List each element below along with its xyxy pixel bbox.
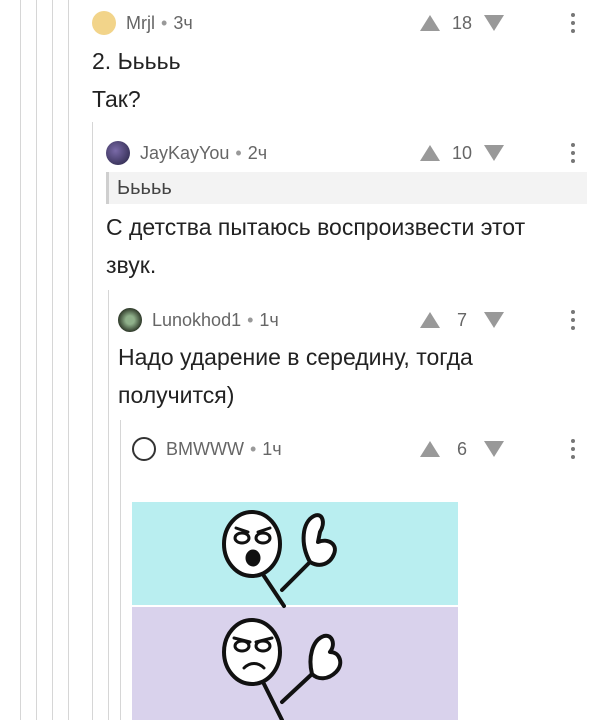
text-line: Надо ударение в середину, тогда bbox=[118, 344, 473, 370]
downvote-arrow-icon[interactable] bbox=[484, 312, 504, 328]
more-vertical-icon[interactable] bbox=[571, 143, 575, 163]
text-line: 2. Ььььь bbox=[92, 48, 181, 74]
rating: 6 bbox=[456, 438, 467, 459]
downvote-arrow-icon[interactable] bbox=[484, 441, 504, 457]
thread-line[interactable] bbox=[120, 420, 121, 720]
text-line: получится) bbox=[118, 382, 235, 408]
upvote-arrow-icon[interactable] bbox=[420, 441, 440, 457]
comment-time: 3ч bbox=[173, 12, 193, 33]
comment-author[interactable]: BMWWW bbox=[166, 439, 244, 460]
comment-author[interactable]: JayKayYou bbox=[140, 143, 229, 164]
more-vertical-icon[interactable] bbox=[571, 439, 575, 459]
more-vertical-icon[interactable] bbox=[571, 310, 575, 330]
thread-line[interactable] bbox=[108, 290, 109, 720]
downvote-arrow-icon[interactable] bbox=[484, 15, 504, 31]
separator: • bbox=[161, 12, 168, 33]
separator: • bbox=[247, 309, 254, 330]
vote-controls: 10 bbox=[420, 138, 504, 168]
comment-image[interactable] bbox=[132, 502, 458, 720]
comment-text: 2. Ььььь Так? bbox=[92, 42, 181, 118]
thread-line bbox=[20, 0, 21, 720]
rating: 7 bbox=[456, 309, 467, 330]
separator: • bbox=[249, 438, 257, 459]
comment-author[interactable]: Mrjl bbox=[126, 13, 155, 34]
thread-line bbox=[52, 0, 53, 720]
rating: 18 bbox=[451, 12, 473, 33]
comment-text: Надо ударение в середину, тогда получитс… bbox=[118, 338, 473, 414]
vote-controls: 6 bbox=[420, 434, 504, 464]
avatar[interactable] bbox=[118, 308, 142, 332]
meme-image bbox=[132, 502, 458, 720]
text-line: С детства пытаюсь воспроизвести этот bbox=[106, 214, 526, 240]
separator: • bbox=[235, 142, 242, 163]
vote-controls: 18 bbox=[420, 8, 504, 38]
thread-line bbox=[36, 0, 37, 720]
downvote-arrow-icon[interactable] bbox=[484, 145, 504, 161]
avatar[interactable] bbox=[92, 11, 116, 35]
comment-time: 1ч bbox=[262, 438, 282, 459]
vote-controls: 7 bbox=[420, 305, 504, 335]
text-line: звук. bbox=[106, 252, 157, 278]
comment-header: Lunokhod1 • 1ч bbox=[118, 305, 279, 335]
avatar[interactable] bbox=[106, 141, 130, 165]
thread-line bbox=[68, 0, 69, 720]
comment-text: С детства пытаюсь воспроизвести этот зву… bbox=[106, 208, 525, 284]
comment-header: JayKayYou • 2ч bbox=[106, 138, 267, 168]
avatar[interactable] bbox=[132, 437, 156, 461]
comment-header: BMWWW • 1ч bbox=[132, 434, 282, 464]
comment-author[interactable]: Lunokhod1 bbox=[152, 310, 241, 331]
upvote-arrow-icon[interactable] bbox=[420, 312, 440, 328]
upvote-arrow-icon[interactable] bbox=[420, 145, 440, 161]
thread-line[interactable] bbox=[92, 122, 93, 720]
comment-time: 2ч bbox=[247, 142, 268, 163]
comment-header: Mrjl • 3ч bbox=[92, 8, 193, 38]
more-vertical-icon[interactable] bbox=[571, 13, 575, 33]
comment-time: 1ч bbox=[259, 309, 279, 330]
upvote-arrow-icon[interactable] bbox=[420, 15, 440, 31]
rating: 10 bbox=[451, 142, 473, 163]
text-line: Так? bbox=[92, 86, 141, 112]
quote-block: Ььььь bbox=[106, 172, 587, 204]
